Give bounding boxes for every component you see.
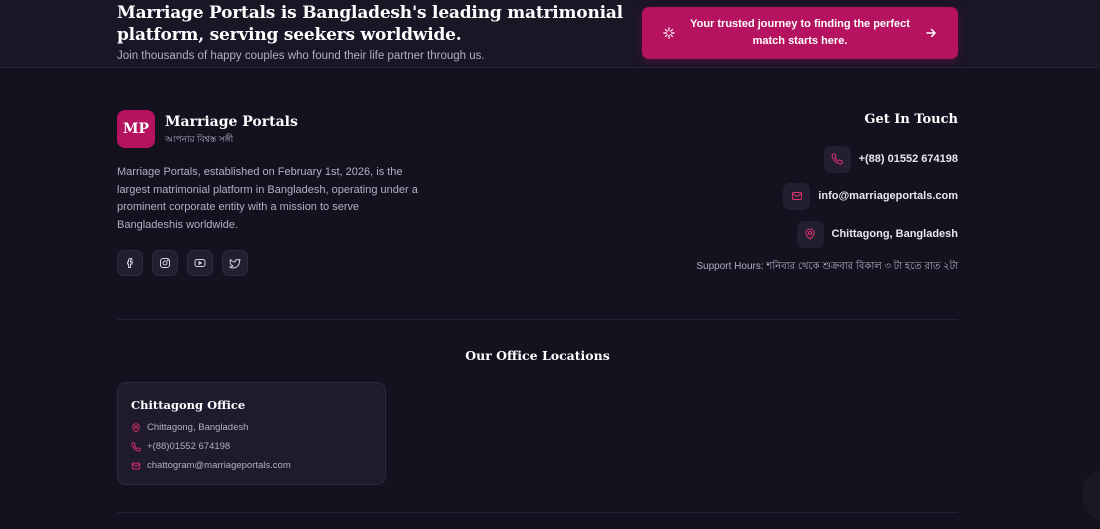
sparkle-icon bbox=[663, 27, 675, 39]
phone-icon bbox=[823, 145, 851, 173]
contact-phone[interactable]: +(88) 01552 674198 bbox=[823, 145, 958, 173]
twitter-link[interactable] bbox=[222, 250, 248, 276]
arrow-right-icon bbox=[926, 28, 936, 38]
offices-heading: Our Office Locations bbox=[465, 348, 610, 363]
contact-email-text: info@marriageportals.com bbox=[818, 190, 958, 202]
contact-phone-text: +(88) 01552 674198 bbox=[858, 153, 958, 165]
cta-button[interactable]: Your trusted journey to finding the perf… bbox=[642, 7, 958, 59]
contact-title: Get In Touch bbox=[864, 112, 958, 127]
instagram-icon bbox=[160, 258, 170, 268]
phone-icon bbox=[131, 441, 141, 452]
twitter-icon bbox=[229, 259, 241, 269]
map-pin-icon bbox=[796, 220, 824, 248]
office-phone[interactable]: +(88)01552 674198 bbox=[131, 441, 230, 452]
instagram-link[interactable] bbox=[152, 250, 178, 276]
section-divider bbox=[117, 319, 958, 320]
youtube-icon bbox=[194, 259, 206, 267]
contact-email[interactable]: info@marriageportals.com bbox=[783, 182, 958, 210]
chat-widget-button[interactable] bbox=[1083, 470, 1100, 520]
mail-icon bbox=[131, 462, 141, 469]
hero-subtitle: Join thousands of happy couples who foun… bbox=[117, 50, 485, 62]
office-name: Chittagong Office bbox=[131, 398, 246, 412]
support-hours: Support Hours: শনিবার থেকে শুক্রবার বিকা… bbox=[696, 261, 958, 272]
map-pin-icon bbox=[132, 422, 140, 433]
cta-label: Your trusted journey to finding the perf… bbox=[690, 18, 910, 47]
brand-name: Marriage Portals bbox=[165, 114, 298, 130]
facebook-icon bbox=[127, 258, 133, 268]
facebook-link[interactable] bbox=[117, 250, 143, 276]
office-address-text: Chittagong, Bangladesh bbox=[147, 422, 249, 433]
contact-location[interactable]: Chittagong, Bangladesh bbox=[796, 220, 959, 248]
youtube-link[interactable] bbox=[187, 250, 213, 276]
hero-title: Marriage Portals is Bangladesh's leading… bbox=[117, 3, 623, 45]
bottom-divider bbox=[117, 512, 958, 513]
logo[interactable]: MP bbox=[117, 110, 155, 148]
office-card: Chittagong Office Chittagong, Bangladesh… bbox=[117, 382, 386, 485]
about-text: Marriage Portals, established on Februar… bbox=[117, 166, 418, 231]
contact-location-text: Chittagong, Bangladesh bbox=[831, 228, 959, 240]
office-address: Chittagong, Bangladesh bbox=[131, 422, 248, 433]
brand-tagline: আপনার বিশ্বস্ত সঙ্গী bbox=[165, 134, 234, 144]
office-email-text: chattogram@marriageportals.com bbox=[147, 460, 291, 471]
office-phone-text: +(88)01552 674198 bbox=[147, 441, 231, 452]
social-links bbox=[117, 250, 248, 276]
office-email[interactable]: chattogram@marriageportals.com bbox=[131, 460, 291, 471]
mail-icon bbox=[783, 182, 811, 210]
